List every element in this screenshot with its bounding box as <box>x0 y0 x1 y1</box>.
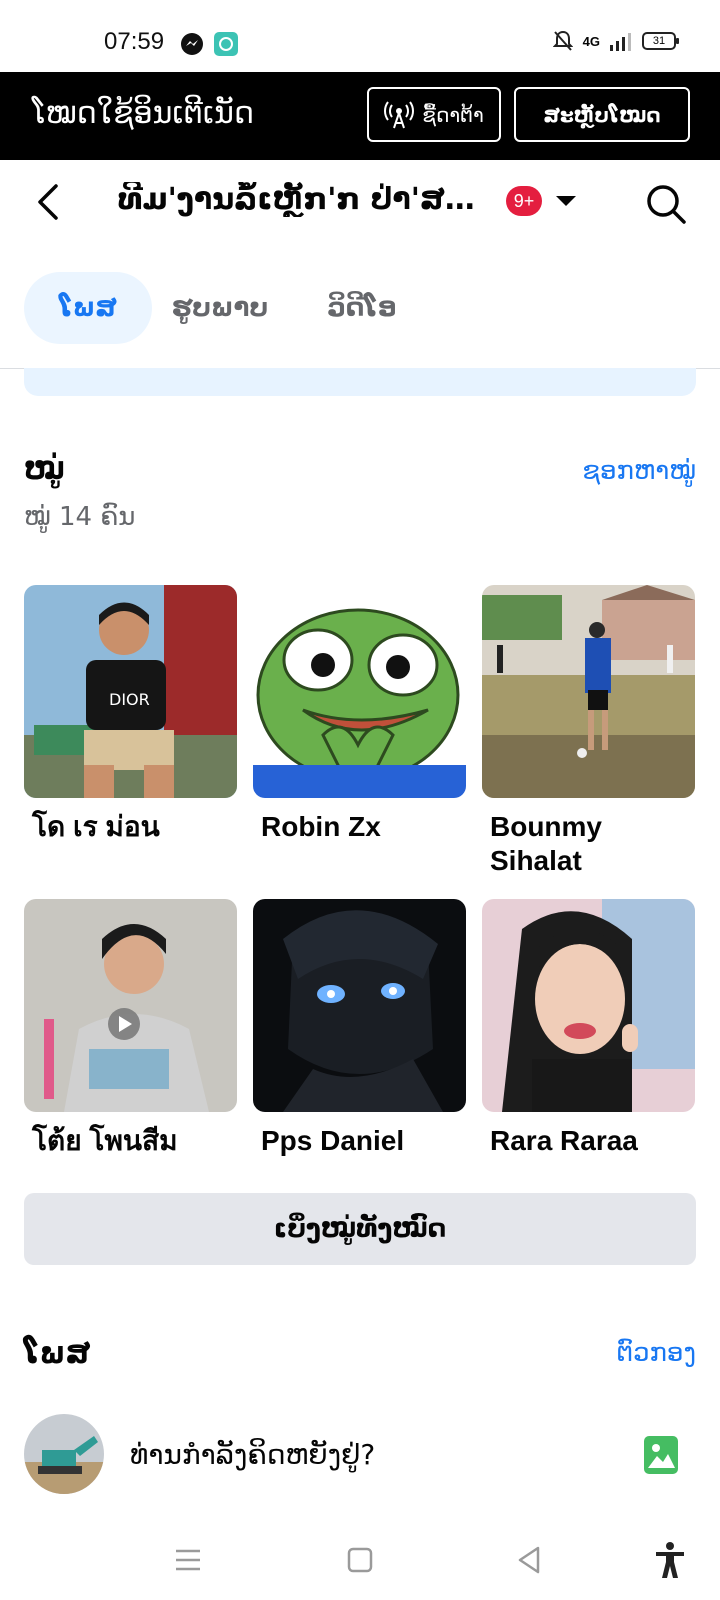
photo-icon[interactable] <box>644 1436 678 1474</box>
switch-mode-button[interactable]: ສະຫຼັບໂໝດ <box>514 87 690 142</box>
member-photo[interactable] <box>253 899 466 1112</box>
signal-icon <box>610 33 631 51</box>
status-right: 4G 31 <box>552 30 679 52</box>
members-count: ໝູ່ 14 ຄົນ <box>24 502 136 532</box>
member-card[interactable]: DIOR โด เร ม่อน <box>24 585 237 844</box>
member-photo[interactable] <box>482 899 695 1112</box>
member-card[interactable]: Robin Zx <box>253 585 466 844</box>
buy-data-button[interactable]: ຊື້ດາຕ້າ <box>367 87 501 142</box>
home-icon[interactable] <box>340 1540 380 1580</box>
messenger-icon <box>181 33 203 55</box>
network-type: 4G <box>582 33 600 49</box>
notification-badge[interactable]: 9+ <box>506 186 542 216</box>
accessibility-icon[interactable] <box>650 1540 690 1580</box>
free-mode-title: ໂໝດໃຊ້ອິນເຕີເນັດ <box>32 96 254 131</box>
group-header: ທີມ'ງານລໍ້ເຫຼັກ'ກ ປ່າ'ສອ... 9+ <box>0 160 720 248</box>
member-photo[interactable] <box>24 899 237 1112</box>
member-name[interactable]: Pps Daniel <box>253 1124 466 1158</box>
member-photo[interactable] <box>253 585 466 798</box>
member-card[interactable]: Bounmy Sihalat <box>482 585 695 878</box>
status-bar: 07:59 4G 31 <box>0 0 720 72</box>
member-card[interactable]: Rara Raraa <box>482 899 695 1158</box>
status-time: 07:59 <box>104 28 165 55</box>
posts-section-title: ໂພສ <box>24 1336 91 1371</box>
members-section-title: ໝູ່ <box>24 452 65 487</box>
tab-posts[interactable]: ໂພສ <box>24 272 152 344</box>
app-notification-icon <box>214 32 238 56</box>
battery-icon: 31 <box>642 32 679 50</box>
caret-down-icon[interactable] <box>556 196 576 206</box>
buy-data-label: ຊື້ດາຕ້າ <box>422 102 484 127</box>
tab-videos[interactable]: ວິດີໂອ <box>312 272 412 344</box>
user-avatar[interactable] <box>24 1414 104 1494</box>
member-photo[interactable]: DIOR <box>24 585 237 798</box>
member-name[interactable]: Robin Zx <box>253 810 466 844</box>
free-mode-bar: ໂໝດໃຊ້ອິນເຕີເນັດ ຊື້ດາຕ້າ ສະຫຼັບໂໝດ <box>0 72 720 160</box>
member-name[interactable]: โด เร ม่อน <box>24 810 237 844</box>
svg-text:DIOR: DIOR <box>109 690 150 709</box>
search-icon[interactable] <box>644 182 688 226</box>
composer-prompt[interactable]: ທ່ານກຳລັງຄິດຫຍັງຢູ່? <box>130 1438 375 1471</box>
scrolled-banner[interactable] <box>24 368 696 396</box>
group-title[interactable]: ທີມ'ງານລໍ້ເຫຼັກ'ກ ປ່າ'ສອ... <box>118 182 488 217</box>
member-card[interactable]: Pps Daniel <box>253 899 466 1158</box>
member-photo[interactable] <box>482 585 695 798</box>
antenna-icon <box>384 100 415 128</box>
member-name[interactable]: Rara Raraa <box>482 1124 695 1158</box>
member-card[interactable]: โต้ย โพนสีม <box>24 899 237 1158</box>
member-name[interactable]: โต้ย โพนสีม <box>24 1124 237 1158</box>
profile-tabs: ໂພສ ຮູບພາບ ວິດີໂອ <box>0 246 720 369</box>
see-all-members-button[interactable]: ເບິ່ງໝູ່ທັງໝົດ <box>24 1193 696 1265</box>
system-nav-bar <box>0 1520 720 1600</box>
find-friends-link[interactable]: ຊອກຫາໝູ່ <box>582 456 696 486</box>
back-arrow-icon[interactable] <box>28 180 72 224</box>
tab-photos[interactable]: ຮູບພາບ <box>160 272 280 344</box>
bell-off-icon <box>552 30 573 51</box>
back-icon[interactable] <box>510 1540 550 1580</box>
post-composer[interactable]: ທ່ານກຳລັງຄິດຫຍັງຢູ່? <box>0 1412 720 1498</box>
member-name[interactable]: Bounmy Sihalat <box>482 810 695 878</box>
menu-icon[interactable] <box>168 1540 208 1580</box>
filters-link[interactable]: ຕົວກອງ <box>616 1338 696 1368</box>
